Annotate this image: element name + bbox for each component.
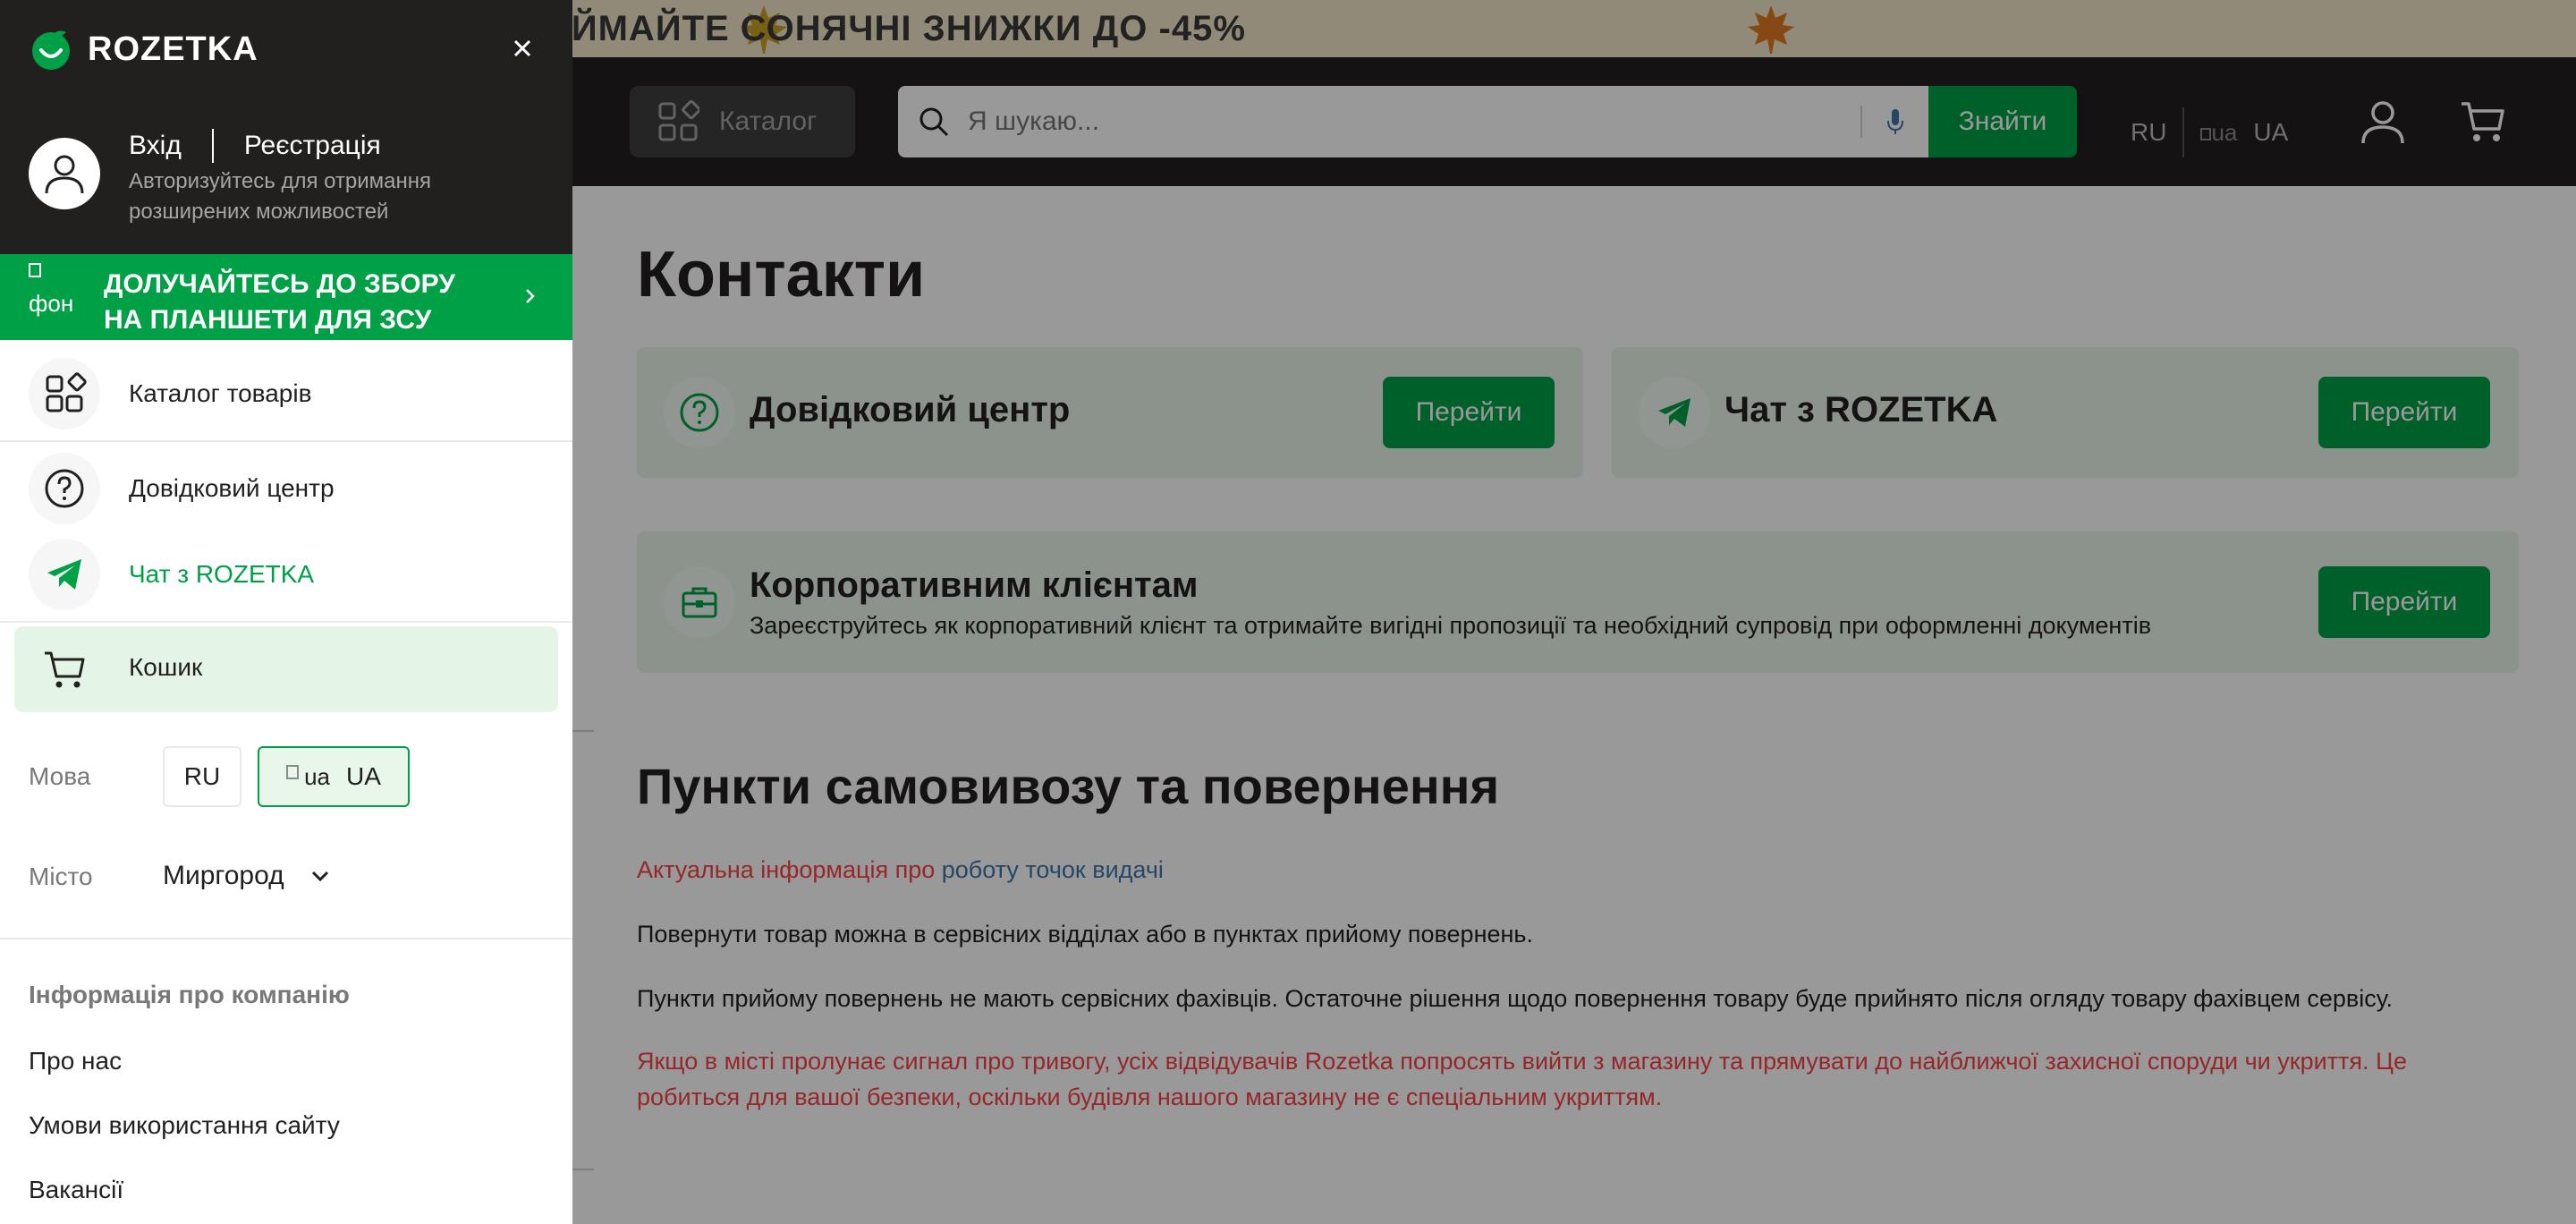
logo-text: ROZETKA <box>88 30 258 68</box>
user-avatar-icon[interactable] <box>29 138 100 209</box>
rozetka-logo[interactable]: ROZETKA <box>29 27 258 72</box>
menu-label: Каталог товарів <box>129 379 312 407</box>
language-option-ua[interactable]: ua UA <box>258 746 410 807</box>
auth-links: Вхід Реєстрація <box>129 129 381 163</box>
divider <box>0 440 572 442</box>
city-select[interactable]: Миргород <box>163 861 333 891</box>
rozetka-smile-icon <box>32 30 70 70</box>
language-label: Мова <box>29 762 91 790</box>
language-option-ru[interactable]: RU <box>163 746 242 807</box>
divider <box>0 938 572 939</box>
cart-icon <box>36 641 93 698</box>
menu-label: Кошик <box>129 653 203 681</box>
fund-image: фон <box>29 263 75 331</box>
menu-label: Довідковий центр <box>129 474 335 502</box>
divider <box>0 621 572 623</box>
terms-of-use-link[interactable]: Умови використання сайту <box>29 1111 340 1140</box>
auth-hint: Авторизуйтесь для отримання розширених м… <box>129 169 432 224</box>
city-label: Місто <box>29 863 93 890</box>
menu-item-cart[interactable]: Кошик <box>14 626 558 712</box>
vacancies-link[interactable]: Вакансії <box>29 1176 123 1204</box>
catalog-grid-icon <box>29 358 100 429</box>
chevron-right-icon <box>526 289 535 303</box>
menu-label: Чат з ROZETKA <box>129 560 315 588</box>
fundraising-banner[interactable]: фон ДОЛУЧАЙТЕСЬ ДО ЗБОРУ НА ПЛАНШЕТИ ДЛЯ… <box>0 254 572 340</box>
fund-text: ДОЛУЧАЙТЕСЬ ДО ЗБОРУ НА ПЛАНШЕТИ ДЛЯ ЗСУ <box>104 269 455 335</box>
telegram-icon <box>29 539 100 610</box>
menu-item-help-center[interactable]: Довідковий центр <box>0 453 572 524</box>
company-info-heading: Інформація про компанію <box>29 981 350 1008</box>
language-option-ua-label: UA <box>346 762 381 790</box>
menu-item-chat[interactable]: Чат з ROZETKA <box>0 539 572 610</box>
ua-flag-alt: ua <box>304 762 330 790</box>
login-link[interactable]: Вхід <box>129 131 182 161</box>
fund-image-alt: фон <box>29 290 74 317</box>
ua-flag-icon: ua <box>286 763 330 791</box>
about-us-link[interactable]: Про нас <box>29 1047 122 1075</box>
question-circle-icon <box>29 453 100 524</box>
register-link[interactable]: Реєстрація <box>244 131 381 161</box>
menu-item-catalog[interactable]: Каталог товарів <box>0 358 572 429</box>
chevron-down-icon <box>311 871 328 882</box>
auth-divider <box>211 129 214 163</box>
city-value: Миргород <box>163 861 284 890</box>
close-icon[interactable] <box>506 32 538 64</box>
side-drawer: ROZETKA Вхід Реєстрація Авторизуйтесь дл… <box>0 0 572 1224</box>
